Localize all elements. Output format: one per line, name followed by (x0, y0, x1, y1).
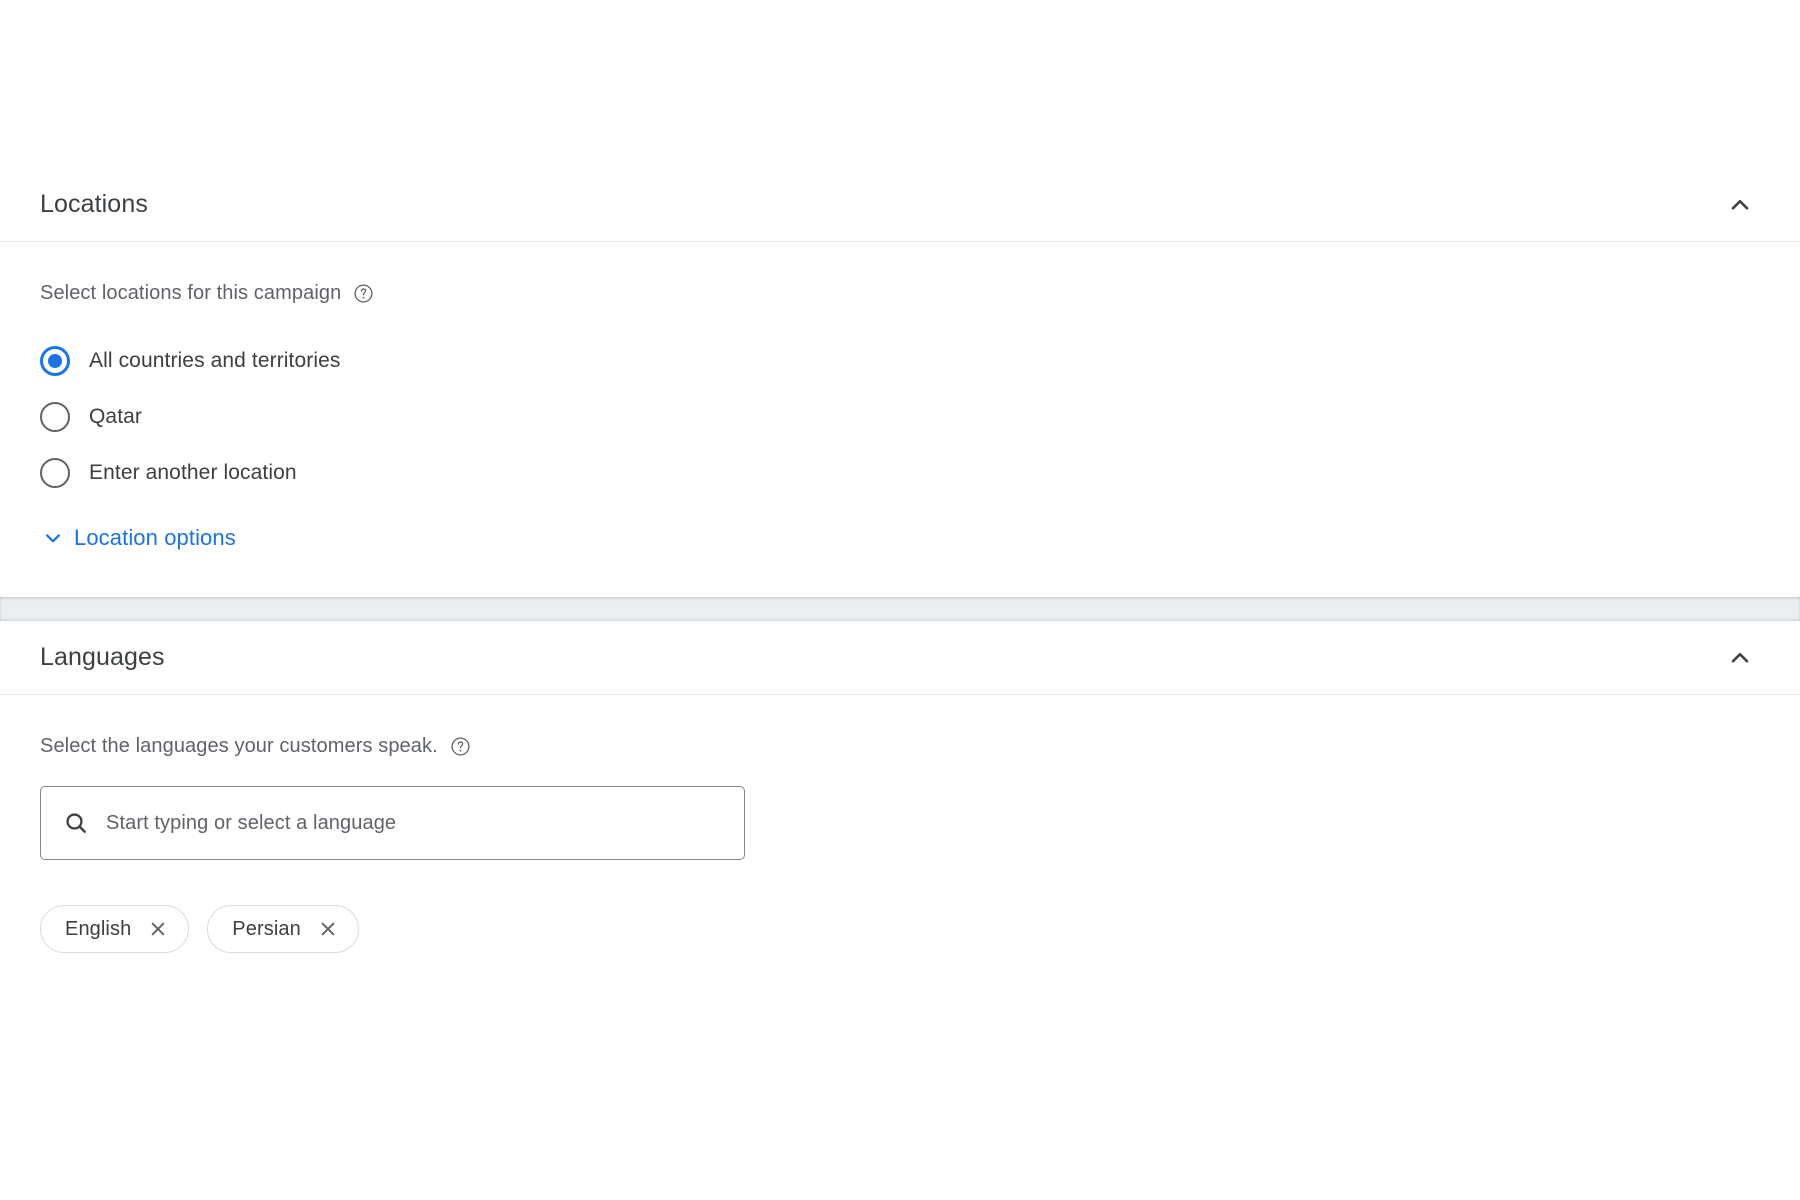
radio-button-icon[interactable] (40, 458, 70, 488)
languages-collapse-chevron-up-icon[interactable] (1716, 634, 1764, 682)
chevron-down-icon (40, 525, 66, 551)
locations-card-body: Select locations for this campaign All c… (0, 242, 1800, 597)
location-options-label: Location options (74, 525, 236, 550)
language-search-box[interactable]: Start typing or select a language (40, 786, 745, 860)
help-circle-icon[interactable] (353, 283, 374, 304)
card-separator (0, 597, 1800, 621)
top-spacer (0, 0, 1800, 168)
languages-title: Languages (40, 643, 165, 671)
radio-label: Qatar (89, 405, 143, 428)
radio-label: Enter another location (89, 461, 297, 484)
language-search-input[interactable]: Start typing or select a language (106, 812, 396, 835)
help-circle-icon[interactable] (450, 736, 471, 757)
chip-label: English (65, 917, 132, 940)
languages-card-header: Languages (0, 621, 1800, 695)
chip-label: Persian (232, 917, 301, 940)
languages-description-row: Select the languages your customers spea… (40, 735, 1760, 758)
campaign-settings-page: Locations Select locations for this camp… (0, 0, 1800, 1200)
radio-button-icon[interactable] (40, 402, 70, 432)
search-icon (63, 810, 89, 836)
radio-label: All countries and territories (89, 349, 341, 372)
language-chip-persian[interactable]: Persian (207, 905, 359, 953)
close-icon[interactable] (318, 919, 338, 939)
locations-description: Select locations for this campaign (40, 282, 342, 304)
locations-card: Locations Select locations for this camp… (0, 168, 1800, 597)
languages-description: Select the languages your customers spea… (40, 735, 438, 757)
languages-card: Languages Select the languages your cust… (0, 621, 1800, 999)
radio-option-enter-another-location[interactable]: Enter another location (40, 445, 1760, 501)
locations-description-row: Select locations for this campaign (40, 282, 1760, 305)
languages-card-body: Select the languages your customers spea… (0, 695, 1800, 999)
radio-option-all-countries[interactable]: All countries and territories (40, 333, 1760, 389)
language-chip-english[interactable]: English (40, 905, 190, 953)
radio-button-icon[interactable] (40, 346, 70, 376)
locations-radio-group[interactable]: All countries and territories Qatar Ente… (40, 333, 1760, 501)
close-icon[interactable] (148, 919, 168, 939)
locations-card-header: Locations (0, 168, 1800, 242)
location-options-toggle[interactable]: Location options (40, 525, 236, 551)
locations-collapse-chevron-up-icon[interactable] (1716, 181, 1764, 229)
selected-languages-list: English Persian (40, 905, 1760, 953)
radio-option-qatar[interactable]: Qatar (40, 389, 1760, 445)
locations-title: Locations (40, 190, 148, 218)
